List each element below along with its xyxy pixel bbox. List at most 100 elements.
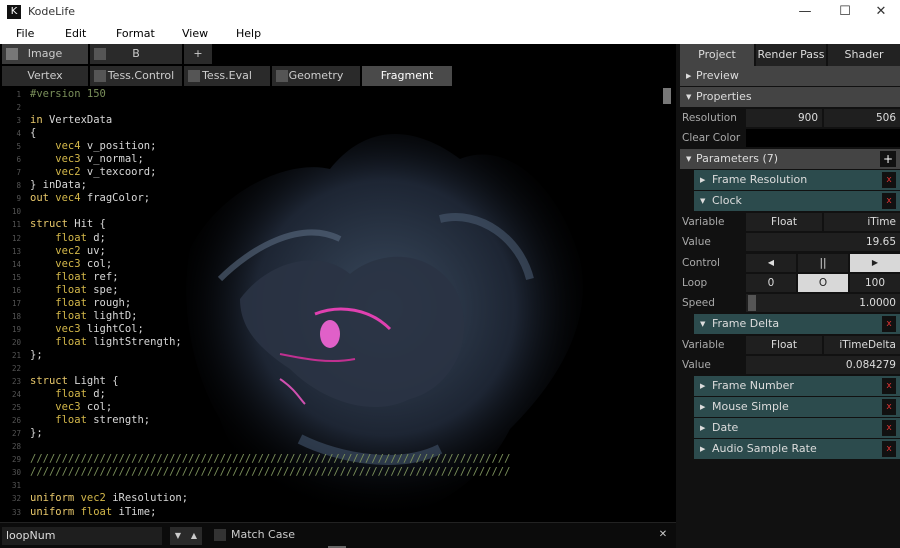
remove-mouse-simple-button[interactable]: x — [882, 399, 896, 415]
code-line[interactable]: in VertexData — [30, 114, 650, 127]
code-line[interactable]: }; — [30, 427, 650, 440]
code-line[interactable]: vec3 v_normal; — [30, 153, 650, 166]
close-button[interactable]: ✕ — [862, 0, 900, 24]
code-line[interactable]: ////////////////////////////////////////… — [30, 453, 650, 466]
menu-format[interactable]: Format — [116, 27, 155, 40]
loop-min-field[interactable]: 0 — [746, 274, 796, 292]
menu-file[interactable]: File — [16, 27, 34, 40]
speed-value: 1.0000 — [859, 297, 896, 309]
preview-section-header[interactable]: ▶ Preview — [680, 66, 900, 86]
scrollbar-thumb[interactable] — [663, 88, 671, 104]
code-line[interactable]: float strength; — [30, 414, 650, 427]
param-frame-number[interactable]: ▶ Frame Number x — [694, 376, 900, 396]
tab-b[interactable]: B — [90, 44, 182, 64]
code-line[interactable]: float lightStrength; — [30, 336, 650, 349]
menu-edit[interactable]: Edit — [65, 27, 86, 40]
tab-shader-stage[interactable]: Shader Stage — [828, 44, 900, 83]
frame-delta-type-select[interactable]: Float — [746, 336, 822, 354]
speed-slider[interactable]: 1.0000 — [746, 294, 900, 312]
add-tab-button[interactable]: + — [184, 44, 212, 64]
parameters-section-header[interactable]: ▼ Parameters (7) + — [680, 149, 900, 169]
minimize-button[interactable]: — — [786, 0, 824, 24]
code-line[interactable] — [30, 440, 650, 453]
match-case-checkbox[interactable] — [214, 529, 226, 541]
param-mouse-simple[interactable]: ▶ Mouse Simple x — [694, 397, 900, 417]
tab-tess-eval[interactable]: Tess.Eval — [184, 66, 270, 86]
remove-frame-delta-button[interactable]: x — [882, 316, 896, 332]
find-next-button[interactable]: ▼ — [170, 527, 186, 545]
code-line[interactable] — [30, 362, 650, 375]
code-line[interactable]: vec2 v_texcoord; — [30, 166, 650, 179]
code-line[interactable]: vec3 col; — [30, 258, 650, 271]
find-close-icon[interactable]: ✕ — [656, 528, 670, 542]
code-line[interactable]: uniform vec2 iResolution; — [30, 492, 650, 505]
tab-geometry[interactable]: Geometry — [272, 66, 360, 86]
code-line[interactable]: vec3 lightCol; — [30, 323, 650, 336]
speed-slider-knob[interactable] — [748, 295, 756, 311]
code-line[interactable]: float ref; — [30, 271, 650, 284]
param-frame-resolution[interactable]: ▶ Frame Resolution x — [694, 170, 900, 190]
code-token: iResolution; — [105, 492, 189, 505]
clear-color-swatch[interactable] — [746, 129, 900, 147]
code-editor[interactable]: #version 150 in VertexData{ vec4 v_posit… — [30, 88, 650, 526]
code-line[interactable]: #version 150 — [30, 88, 650, 101]
code-line[interactable]: vec2 uv; — [30, 245, 650, 258]
code-line[interactable]: float spe; — [30, 284, 650, 297]
code-line[interactable]: float lightD; — [30, 310, 650, 323]
find-prev-button[interactable]: ▲ — [186, 527, 202, 545]
frame-delta-variable-name[interactable]: iTimeDelta — [824, 336, 900, 354]
clock-type-select[interactable]: Float — [746, 213, 822, 231]
tab-vertex[interactable]: Vertex — [2, 66, 88, 86]
code-line[interactable]: out vec4 fragColor; — [30, 192, 650, 205]
clock-control-row: Control ◀ || ▶ — [680, 253, 900, 273]
code-line[interactable]: float d; — [30, 388, 650, 401]
tab-fragment[interactable]: Fragment — [362, 66, 452, 86]
add-parameter-button[interactable]: + — [880, 151, 896, 167]
play-button[interactable]: ▶ — [850, 254, 900, 272]
tab-render-pass[interactable]: Render Pass — [756, 44, 826, 66]
find-input[interactable]: loopNum — [2, 527, 162, 545]
loop-toggle-button[interactable]: O — [798, 274, 848, 292]
menu-view[interactable]: View — [182, 27, 208, 40]
maximize-button[interactable]: ☐ — [826, 0, 864, 24]
remove-date-button[interactable]: x — [882, 420, 896, 436]
code-line[interactable]: struct Hit { — [30, 218, 650, 231]
param-clock[interactable]: ▼ Clock x — [694, 191, 900, 211]
code-line[interactable]: }; — [30, 349, 650, 362]
remove-frame-number-button[interactable]: x — [882, 378, 896, 394]
vertical-scrollbar[interactable] — [662, 88, 672, 524]
code-line[interactable]: struct Light { — [30, 375, 650, 388]
clock-value-field[interactable]: 19.65 — [746, 233, 900, 251]
code-line[interactable]: vec3 col; — [30, 401, 650, 414]
loop-max-field[interactable]: 100 — [850, 274, 900, 292]
tab-tess-control[interactable]: Tess.Control — [90, 66, 182, 86]
remove-clock-button[interactable]: x — [882, 193, 896, 209]
code-line[interactable] — [30, 479, 650, 492]
remove-audio-sample-rate-button[interactable]: x — [882, 441, 896, 457]
properties-section-header[interactable]: ▼ Properties — [680, 87, 900, 107]
clock-variable-name[interactable]: iTime — [824, 213, 900, 231]
pause-button[interactable]: || — [798, 254, 848, 272]
code-token: ref; — [86, 270, 119, 283]
code-line[interactable]: } inData; — [30, 179, 650, 192]
code-line[interactable]: float d; — [30, 232, 650, 245]
code-line[interactable] — [30, 101, 650, 114]
code-line[interactable]: ////////////////////////////////////////… — [30, 466, 650, 479]
resolution-height-field[interactable]: 506 — [824, 109, 900, 127]
param-frame-delta[interactable]: ▼ Frame Delta x — [694, 314, 900, 334]
resolution-width-field[interactable]: 900 — [746, 109, 822, 127]
code-line[interactable]: uniform float iTime; — [30, 506, 650, 519]
line-number: 14 — [11, 259, 21, 269]
code-line[interactable] — [30, 205, 650, 218]
code-line[interactable]: vec4 v_position; — [30, 140, 650, 153]
rewind-button[interactable]: ◀ — [746, 254, 796, 272]
remove-frame-resolution-button[interactable]: x — [882, 172, 896, 188]
menu-help[interactable]: Help — [236, 27, 261, 40]
param-audio-sample-rate[interactable]: ▶ Audio Sample Rate x — [694, 439, 900, 459]
param-date[interactable]: ▶ Date x — [694, 418, 900, 438]
code-line[interactable]: float rough; — [30, 297, 650, 310]
code-line[interactable]: { — [30, 127, 650, 140]
frame-delta-value-field[interactable]: 0.084279 — [746, 356, 900, 374]
tab-image[interactable]: Image — [2, 44, 88, 64]
tab-project[interactable]: Project — [680, 44, 754, 66]
